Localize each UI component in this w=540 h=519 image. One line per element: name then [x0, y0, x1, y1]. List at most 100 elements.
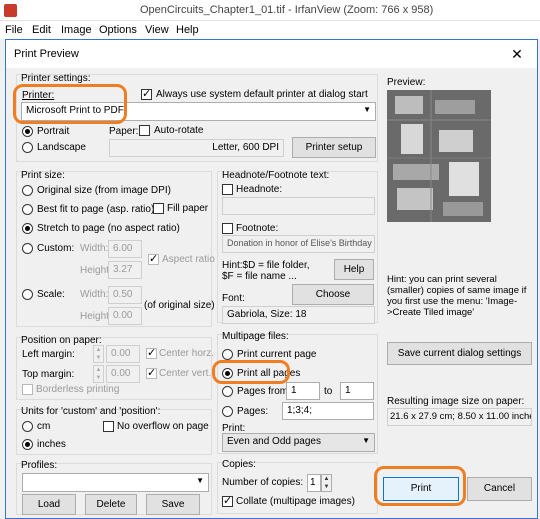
delete-button[interactable]: Delete [85, 494, 137, 515]
headnote-checkbox[interactable] [222, 184, 233, 195]
always-default-checkbox[interactable] [141, 87, 152, 100]
scale-height-label: Height: [80, 311, 112, 322]
custom-radio[interactable] [22, 243, 33, 254]
center-horz-label: Center horz. [159, 348, 215, 359]
portrait-label: Portrait [37, 126, 70, 137]
resulting-size-label: Resulting image size on paper: [387, 396, 525, 407]
headnote-field[interactable] [222, 197, 375, 215]
scale-radio[interactable] [22, 289, 33, 300]
portrait-radio[interactable] [22, 126, 33, 137]
pages-from-field[interactable]: 1 [286, 382, 320, 400]
inches-radio[interactable] [22, 439, 33, 450]
aspect-ratio-checkbox[interactable] [148, 252, 159, 265]
top-margin-spinner[interactable]: ▲ ▼ [93, 365, 104, 383]
left-margin-spinner[interactable]: ▲ ▼ [93, 345, 104, 363]
best-fit-label: Best fit to page (asp. ratio) [37, 204, 155, 215]
preview-hint: Hint: you can print several (smaller) co… [387, 274, 527, 318]
custom-height-label: Height: [80, 265, 112, 276]
center-horz-checkbox[interactable] [146, 346, 157, 359]
collate-label: Collate (multipage images) [236, 496, 355, 507]
cm-label: cm [37, 421, 51, 432]
scale-height-field[interactable]: 0.00 [108, 307, 142, 325]
fill-paper-label: Fill paper [167, 203, 209, 214]
pages-label: Pages: [237, 406, 269, 417]
number-copies-field[interactable]: 1 [307, 474, 321, 492]
inches-label: inches [37, 439, 66, 450]
footnote-checkbox[interactable] [222, 223, 233, 234]
scale-width-field[interactable]: 0.50 [108, 286, 142, 304]
menu-bar: File Edit Image Options View Help [0, 21, 540, 39]
cm-radio[interactable] [22, 421, 33, 432]
pages-to-field[interactable]: 1 [340, 382, 374, 400]
print-order-select[interactable]: Even and Odd pages ▼ [222, 433, 375, 452]
save-button[interactable]: Save [146, 494, 200, 515]
left-margin-label: Left margin: [22, 349, 75, 360]
menu-view[interactable]: View [145, 24, 169, 36]
center-vert-label: Center vert. [159, 368, 212, 379]
left-margin-field[interactable]: 0.00 [106, 345, 140, 363]
copies-spinner[interactable]: ▲ ▼ [321, 474, 332, 492]
close-icon[interactable]: ✕ [497, 40, 537, 68]
collate-checkbox[interactable] [222, 494, 233, 507]
headnote-hint: Hint:$D = file folder, $F = file name ..… [222, 260, 310, 282]
custom-height-field[interactable]: 3.27 [108, 261, 142, 279]
headnote-group-label: Headnote/Footnote text: [222, 170, 330, 181]
footnote-label: Footnote: [236, 223, 279, 234]
profiles-select[interactable]: ▼ [22, 473, 209, 492]
save-settings-button[interactable]: Save current dialog settings [387, 342, 532, 365]
position-label: Position on paper: [21, 335, 102, 346]
custom-label: Custom: [37, 243, 75, 254]
menu-help[interactable]: Help [176, 24, 199, 36]
no-overflow-checkbox[interactable] [103, 421, 114, 432]
paper-value: Letter, 600 DPI [109, 139, 284, 157]
menu-edit[interactable]: Edit [32, 24, 51, 36]
multipage-label: Multipage files: [222, 331, 289, 342]
headnote-label: Headnote: [236, 184, 283, 195]
always-default-label: Always use system default printer at dia… [156, 89, 368, 100]
custom-width-field[interactable]: 6.00 [108, 240, 142, 258]
scale-label: Scale: [37, 289, 65, 300]
paper-label: Paper: [109, 126, 139, 137]
font-label: Font: [222, 293, 245, 304]
help-button[interactable]: Help [334, 259, 374, 280]
chevron-down-icon: ▼ [196, 476, 204, 485]
menu-image[interactable]: Image [61, 24, 92, 36]
original-size-label: Original size (from image DPI) [37, 185, 171, 196]
print-all-highlight-ring [212, 360, 290, 384]
print-current-label: Print current page [237, 349, 317, 360]
font-value: Gabriola, Size: 18 [222, 306, 375, 324]
circuit-board-preview [387, 90, 491, 222]
custom-width-label: Width: [80, 243, 109, 254]
chevron-down-icon: ▼ [362, 436, 370, 445]
footnote-value: Donation in honor of Elise's Birthday [227, 238, 372, 248]
printer-setup-button[interactable]: Printer setup [292, 137, 376, 158]
pages-from-radio[interactable] [222, 386, 233, 397]
footnote-field[interactable]: Donation in honor of Elise's Birthday [222, 235, 375, 253]
profiles-label: Profiles: [21, 460, 58, 471]
print-highlight-ring [374, 466, 466, 506]
center-vert-checkbox[interactable] [146, 366, 157, 379]
printer-highlight-ring [13, 84, 127, 124]
printer-settings-label: Printer settings: [21, 73, 91, 84]
print-current-radio[interactable] [222, 349, 233, 360]
menu-options[interactable]: Options [99, 24, 137, 36]
dialog-title-bar: Print Preview ✕ [6, 40, 537, 68]
load-button[interactable]: Load [22, 494, 76, 515]
scale-width-label: Width: [80, 289, 109, 300]
best-fit-radio[interactable] [22, 204, 33, 215]
resulting-size-text: 21.6 x 27.9 cm; 8.50 x 11.00 inches [390, 411, 532, 422]
original-size-radio[interactable] [22, 185, 33, 196]
pages-radio[interactable] [222, 406, 233, 417]
fill-paper-checkbox[interactable] [153, 203, 164, 214]
pages-from-label: Pages from: [237, 386, 291, 397]
preview-label: Preview: [387, 77, 426, 88]
menu-file[interactable]: File [5, 24, 23, 36]
choose-font-button[interactable]: Choose [292, 284, 374, 305]
borderless-checkbox[interactable] [22, 384, 33, 395]
auto-rotate-checkbox[interactable] [139, 125, 150, 136]
top-margin-field[interactable]: 0.00 [106, 365, 140, 383]
landscape-radio[interactable] [22, 142, 33, 153]
pages-field[interactable]: 1;3;4; [282, 402, 374, 420]
cancel-button[interactable]: Cancel [467, 477, 532, 501]
stretch-radio[interactable] [22, 223, 33, 234]
